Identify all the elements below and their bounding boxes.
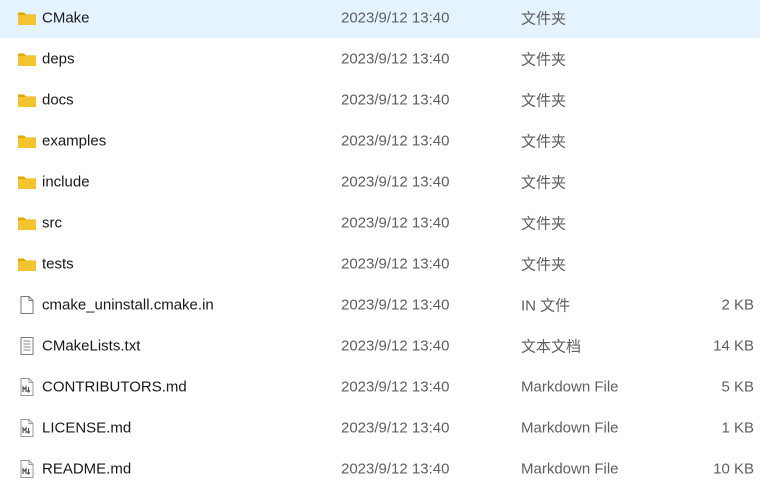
file-type: 文件夹 (521, 10, 567, 27)
file-name: examples (42, 132, 107, 149)
file-row-contributors[interactable]: CONTRIBUTORS.md 2023/9/12 13:40 Markdown… (0, 366, 760, 407)
file-row-readme[interactable]: README.md 2023/9/12 13:40 Markdown File … (0, 448, 760, 489)
file-type: 文件夹 (521, 215, 567, 232)
file-size: 14 KB (713, 337, 754, 354)
file-type: 文件夹 (521, 256, 567, 273)
file-size: 1 KB (721, 419, 754, 436)
folder-icon (17, 131, 37, 151)
folder-icon (17, 8, 37, 28)
file-size: 2 KB (721, 296, 754, 313)
file-size: 5 KB (721, 378, 754, 395)
file-name: src (42, 214, 62, 231)
markdown-file-icon (17, 459, 37, 479)
file-name: tests (42, 255, 74, 272)
file-name: CMakeLists.txt (42, 337, 141, 354)
file-row-cmakelists[interactable]: CMakeLists.txt 2023/9/12 13:40 文本文档 14 K… (0, 325, 760, 366)
file-row-license[interactable]: LICENSE.md 2023/9/12 13:40 Markdown File… (0, 407, 760, 448)
file-modified: 2023/9/12 13:40 (341, 337, 450, 354)
file-name: CONTRIBUTORS.md (42, 378, 187, 395)
file-row-cmake-uninstall[interactable]: cmake_uninstall.cmake.in 2023/9/12 13:40… (0, 284, 760, 325)
folder-icon (17, 213, 37, 233)
file-modified: 2023/9/12 13:40 (341, 460, 450, 477)
file-type: 文件夹 (521, 51, 567, 68)
folder-icon (17, 90, 37, 110)
file-row-tests[interactable]: tests 2023/9/12 13:40 文件夹 (0, 243, 760, 284)
file-type: 文件夹 (521, 92, 567, 109)
file-row-examples[interactable]: examples 2023/9/12 13:40 文件夹 (0, 120, 760, 161)
file-type: 文件夹 (521, 133, 567, 150)
file-modified: 2023/9/12 13:40 (341, 50, 450, 67)
file-list: CMake 2023/9/12 13:40 文件夹 deps 2023/9/12… (0, 0, 760, 503)
file-modified: 2023/9/12 13:40 (341, 378, 450, 395)
file-row-src[interactable]: src 2023/9/12 13:40 文件夹 (0, 202, 760, 243)
folder-icon (17, 49, 37, 69)
markdown-file-icon (17, 377, 37, 397)
file-row-deps[interactable]: deps 2023/9/12 13:40 文件夹 (0, 38, 760, 79)
file-modified: 2023/9/12 13:40 (341, 173, 450, 190)
file-row-cmake[interactable]: CMake 2023/9/12 13:40 文件夹 (0, 0, 760, 38)
text-file-icon (17, 336, 37, 356)
file-name: deps (42, 50, 75, 67)
file-row-docs[interactable]: docs 2023/9/12 13:40 文件夹 (0, 79, 760, 120)
file-modified: 2023/9/12 13:40 (341, 91, 450, 108)
file-type: Markdown File (521, 419, 619, 436)
file-type: Markdown File (521, 378, 619, 395)
blank-file-icon (17, 295, 37, 315)
file-modified: 2023/9/12 13:40 (341, 419, 450, 436)
file-name: LICENSE.md (42, 419, 132, 436)
file-modified: 2023/9/12 13:40 (341, 132, 450, 149)
file-type: IN 文件 (521, 297, 571, 314)
file-type: 文件夹 (521, 174, 567, 191)
file-name: cmake_uninstall.cmake.in (42, 296, 214, 313)
file-size: 10 KB (713, 460, 754, 477)
file-row-include[interactable]: include 2023/9/12 13:40 文件夹 (0, 161, 760, 202)
file-name: include (42, 173, 90, 190)
file-type: 文本文档 (521, 338, 582, 355)
file-modified: 2023/9/12 13:40 (341, 255, 450, 272)
file-modified: 2023/9/12 13:40 (341, 296, 450, 313)
folder-icon (17, 172, 37, 192)
file-modified: 2023/9/12 13:40 (341, 214, 450, 231)
file-type: Markdown File (521, 460, 619, 477)
file-name: docs (42, 91, 74, 108)
file-name: CMake (42, 9, 90, 26)
file-modified: 2023/9/12 13:40 (341, 9, 450, 26)
markdown-file-icon (17, 418, 37, 438)
folder-icon (17, 254, 37, 274)
file-name: README.md (42, 460, 132, 477)
